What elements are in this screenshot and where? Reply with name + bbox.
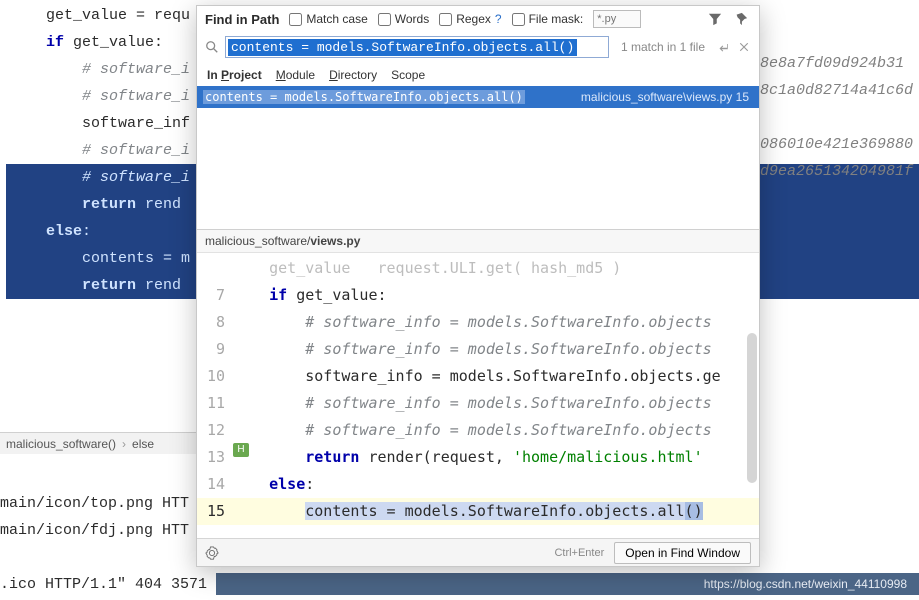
regex-box[interactable] xyxy=(439,13,452,26)
regex-help-icon[interactable]: ? xyxy=(495,12,502,26)
shortcut-hint: Ctrl+Enter xyxy=(554,547,604,559)
hash-tail-3: 086010e421e369880 xyxy=(760,136,913,153)
open-in-find-window-button[interactable]: Open in Find Window xyxy=(614,542,751,564)
gear-icon[interactable] xyxy=(205,546,219,560)
breadcrumb-item-b[interactable]: else xyxy=(132,437,154,451)
search-input-text: contents = models.SoftwareInfo.objects.a… xyxy=(228,39,577,56)
fip-footer: Ctrl+Enter Open in Find Window xyxy=(197,538,759,566)
newline-icon[interactable] xyxy=(717,40,731,54)
close-icon[interactable] xyxy=(737,40,751,54)
fip-search-row: contents = models.SoftwareInfo.objects.a… xyxy=(197,32,759,62)
chevron-right-icon: › xyxy=(122,437,126,451)
preview-gutter: 789101112131415 xyxy=(197,253,233,538)
filter-icon[interactable] xyxy=(707,11,723,27)
words-checkbox[interactable]: Words xyxy=(378,12,429,26)
words-label: Words xyxy=(395,12,429,26)
result-path: malicious_software\views.py 15 xyxy=(581,90,749,104)
fip-header: Find in Path Match case Words Regex ? Fi… xyxy=(197,6,759,32)
csdn-watermark: https://blog.csdn.net/weixin_44110998 xyxy=(216,573,919,595)
tab-in-project[interactable]: In Project xyxy=(207,68,262,82)
fip-scope-tabs: In Project Module Directory Scope xyxy=(197,62,759,86)
hash-tail-4: d9ea265134204981f xyxy=(760,163,913,180)
result-text: contents = models.SoftwareInfo.objects.a… xyxy=(203,90,525,104)
tab-scope[interactable]: Scope xyxy=(391,68,425,82)
preview-path-dir: malicious_software/ xyxy=(205,234,310,248)
file-mask-checkbox[interactable]: File mask: xyxy=(512,12,584,26)
preview-file-path: malicious_software/views.py xyxy=(197,230,759,253)
preview-code[interactable]: get_value request.ULI.get( hash_md5 ) if… xyxy=(233,253,759,538)
preview-scrollbar[interactable] xyxy=(747,333,757,483)
tab-directory[interactable]: Directory xyxy=(329,68,377,82)
preview-path-file: views.py xyxy=(310,234,360,248)
match-count: 1 match in 1 file xyxy=(615,40,711,54)
preview-pane: 789101112131415 get_value request.ULI.ge… xyxy=(197,253,759,538)
results-list-empty xyxy=(197,108,759,230)
result-row[interactable]: contents = models.SoftwareInfo.objects.a… xyxy=(197,86,759,108)
csdn-url: https://blog.csdn.net/weixin_44110998 xyxy=(704,577,907,591)
file-mask-input[interactable] xyxy=(593,10,641,28)
breadcrumb-item-a[interactable]: malicious_software() xyxy=(6,437,116,451)
fip-title: Find in Path xyxy=(205,12,279,27)
tab-module[interactable]: Module xyxy=(276,68,315,82)
match-case-box[interactable] xyxy=(289,13,302,26)
words-box[interactable] xyxy=(378,13,391,26)
console-log: main/icon/top.png HTT main/icon/fdj.png … xyxy=(0,490,207,598)
html-file-icon: H xyxy=(233,443,249,457)
hash-tail-2: 8c1a0d82714a41c6d xyxy=(760,82,913,99)
regex-label: Regex xyxy=(456,12,491,26)
file-mask-box[interactable] xyxy=(512,13,525,26)
match-case-checkbox[interactable]: Match case xyxy=(289,12,367,26)
find-in-path-dialog: Find in Path Match case Words Regex ? Fi… xyxy=(196,5,760,567)
pin-icon[interactable] xyxy=(733,11,749,27)
hash-tail-1: 8e8a7fd09d924b31 xyxy=(760,55,904,72)
breadcrumb[interactable]: malicious_software() › else xyxy=(0,432,196,454)
match-case-label: Match case xyxy=(306,12,367,26)
search-icon xyxy=(205,40,219,54)
file-mask-label: File mask: xyxy=(529,12,584,26)
regex-checkbox[interactable]: Regex ? xyxy=(439,12,501,26)
search-input[interactable]: contents = models.SoftwareInfo.objects.a… xyxy=(225,36,609,58)
